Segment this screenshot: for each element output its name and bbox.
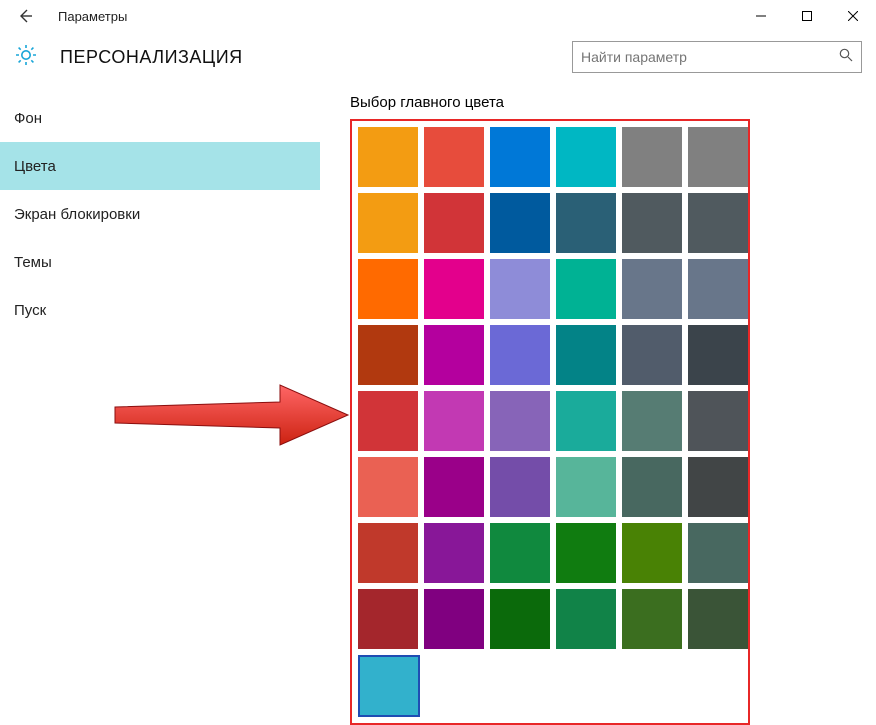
color-swatch-27[interactable] [556, 391, 616, 451]
back-button[interactable] [0, 0, 50, 32]
color-palette-frame [350, 119, 750, 725]
color-swatch-40[interactable] [622, 523, 682, 583]
color-swatch-2[interactable] [490, 127, 550, 187]
color-swatch-0[interactable] [358, 127, 418, 187]
search-icon [839, 48, 853, 66]
color-swatch-41[interactable] [688, 523, 748, 583]
color-swatch-35[interactable] [688, 457, 748, 517]
color-swatch-48[interactable] [358, 655, 420, 717]
color-swatch-31[interactable] [424, 457, 484, 517]
color-swatch-3[interactable] [556, 127, 616, 187]
color-swatch-36[interactable] [358, 523, 418, 583]
close-button[interactable] [830, 0, 876, 32]
color-swatch-28[interactable] [622, 391, 682, 451]
color-swatch-20[interactable] [490, 325, 550, 385]
color-swatch-14[interactable] [490, 259, 550, 319]
sidebar-item-4[interactable]: Пуск [0, 286, 320, 334]
color-swatch-26[interactable] [490, 391, 550, 451]
color-swatch-18[interactable] [358, 325, 418, 385]
color-swatch-5[interactable] [688, 127, 748, 187]
color-swatch-45[interactable] [556, 589, 616, 649]
color-swatch-46[interactable] [622, 589, 682, 649]
color-swatch-47[interactable] [688, 589, 748, 649]
window-controls [738, 0, 876, 32]
color-swatch-30[interactable] [358, 457, 418, 517]
search-input[interactable] [572, 41, 862, 73]
sidebar-item-1[interactable]: Цвета [0, 142, 320, 190]
color-swatch-13[interactable] [424, 259, 484, 319]
color-swatch-44[interactable] [490, 589, 550, 649]
color-swatch-38[interactable] [490, 523, 550, 583]
sidebar-item-3[interactable]: Темы [0, 238, 320, 286]
color-swatch-24[interactable] [358, 391, 418, 451]
gear-icon [14, 43, 38, 72]
page-title: ПЕРСОНАЛИЗАЦИЯ [60, 47, 243, 68]
color-swatch-37[interactable] [424, 523, 484, 583]
color-swatch-9[interactable] [556, 193, 616, 253]
sidebar: ФонЦветаЭкран блокировкиТемыПуск [0, 82, 320, 702]
color-swatch-29[interactable] [688, 391, 748, 451]
color-swatch-43[interactable] [424, 589, 484, 649]
color-swatch-10[interactable] [622, 193, 682, 253]
section-title: Выбор главного цвета [350, 94, 856, 111]
maximize-button[interactable] [784, 0, 830, 32]
color-swatch-39[interactable] [556, 523, 616, 583]
titlebar: Параметры [0, 0, 876, 32]
color-swatch-21[interactable] [556, 325, 616, 385]
color-swatch-16[interactable] [622, 259, 682, 319]
color-swatch-19[interactable] [424, 325, 484, 385]
color-swatch-1[interactable] [424, 127, 484, 187]
window-title: Параметры [58, 9, 127, 24]
color-swatch-34[interactable] [622, 457, 682, 517]
content-area: Выбор главного цвета [320, 82, 876, 702]
color-swatch-7[interactable] [424, 193, 484, 253]
color-swatch-32[interactable] [490, 457, 550, 517]
color-swatch-4[interactable] [622, 127, 682, 187]
sidebar-item-0[interactable]: Фон [0, 94, 320, 142]
header: ПЕРСОНАЛИЗАЦИЯ [0, 32, 876, 82]
color-swatch-33[interactable] [556, 457, 616, 517]
color-swatch-12[interactable] [358, 259, 418, 319]
color-swatch-25[interactable] [424, 391, 484, 451]
color-swatch-22[interactable] [622, 325, 682, 385]
color-swatch-23[interactable] [688, 325, 748, 385]
color-swatch-11[interactable] [688, 193, 748, 253]
color-swatch-15[interactable] [556, 259, 616, 319]
search-field[interactable] [581, 49, 839, 65]
color-swatch-8[interactable] [490, 193, 550, 253]
color-swatch-6[interactable] [358, 193, 418, 253]
color-palette [358, 127, 742, 717]
color-swatch-42[interactable] [358, 589, 418, 649]
sidebar-item-2[interactable]: Экран блокировки [0, 190, 320, 238]
color-swatch-17[interactable] [688, 259, 748, 319]
minimize-button[interactable] [738, 0, 784, 32]
